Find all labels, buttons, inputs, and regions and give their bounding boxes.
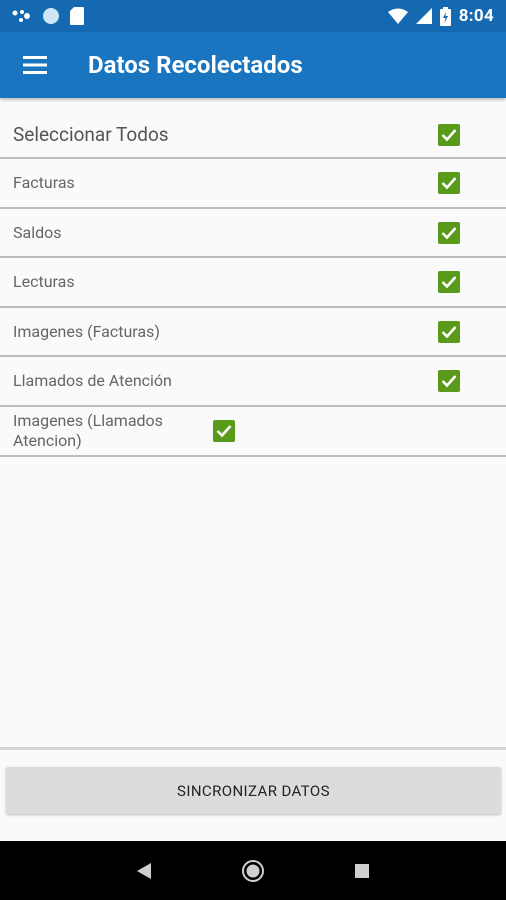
back-button[interactable] (124, 851, 164, 891)
list-item-label: Facturas (13, 173, 75, 192)
hamburger-menu-icon (23, 56, 47, 74)
list-item-imagenes-facturas[interactable]: Imagenes (Facturas) (0, 308, 506, 357)
checkmark-icon (441, 128, 457, 141)
screen: 8:04 Datos Recolectados Seleccionar Todo… (0, 0, 506, 900)
recents-square-icon (354, 863, 369, 878)
status-bar: 8:04 (0, 0, 506, 32)
battery-charging-icon (439, 6, 451, 26)
select-all-checkbox[interactable] (438, 123, 460, 146)
list-item-llamados-atencion[interactable]: Llamados de Atención (0, 357, 506, 407)
checkmark-icon (441, 226, 457, 239)
wifi-icon (387, 8, 408, 24)
item-checkbox[interactable] (438, 320, 460, 343)
signal-icon (415, 8, 432, 24)
select-all-row[interactable]: Seleccionar Todos (0, 112, 506, 159)
home-button[interactable] (233, 851, 273, 891)
checkmark-icon (216, 425, 232, 438)
checkmark-icon (441, 276, 457, 289)
checkmark-icon (441, 325, 457, 338)
page-title: Datos Recolectados (88, 51, 303, 79)
item-checkbox[interactable] (213, 420, 235, 442)
list-item-saldos[interactable]: Saldos (0, 209, 506, 258)
list-item-label: Saldos (13, 222, 62, 242)
item-checkbox[interactable] (438, 172, 460, 194)
data-list: Seleccionar Todos Facturas Saldos Lectur… (0, 112, 506, 457)
checkmark-icon (441, 375, 457, 388)
list-item-label: Imagenes (Llamados Atencion) (13, 411, 163, 450)
list-item-label: Llamados de Atención (13, 371, 172, 390)
list-item-label: Lecturas (13, 272, 75, 291)
item-checkbox[interactable] (438, 271, 460, 293)
assistant-dots-icon (12, 8, 32, 24)
home-circle-icon (241, 859, 264, 882)
bottom-divider (0, 747, 506, 750)
sd-card-icon (70, 7, 84, 25)
navigation-bar (0, 841, 506, 900)
list-item-facturas[interactable]: Facturas (0, 159, 506, 209)
app-bar: Datos Recolectados (0, 32, 506, 98)
status-time: 8:04 (458, 6, 494, 26)
list-item-imagenes-llamados[interactable]: Imagenes (Llamados Atencion) (0, 407, 506, 457)
recents-button[interactable] (342, 851, 382, 891)
list-item-label: Imagenes (Facturas) (13, 321, 160, 341)
back-triangle-icon (137, 862, 152, 879)
circle-icon (42, 7, 60, 25)
select-all-label: Seleccionar Todos (13, 122, 169, 146)
checkmark-icon (441, 177, 457, 190)
sync-button[interactable]: SINCRONIZAR DATOS (6, 767, 501, 814)
item-checkbox[interactable] (438, 221, 460, 244)
item-checkbox[interactable] (438, 370, 460, 392)
list-item-lecturas[interactable]: Lecturas (0, 258, 506, 308)
menu-button[interactable] (0, 32, 70, 98)
